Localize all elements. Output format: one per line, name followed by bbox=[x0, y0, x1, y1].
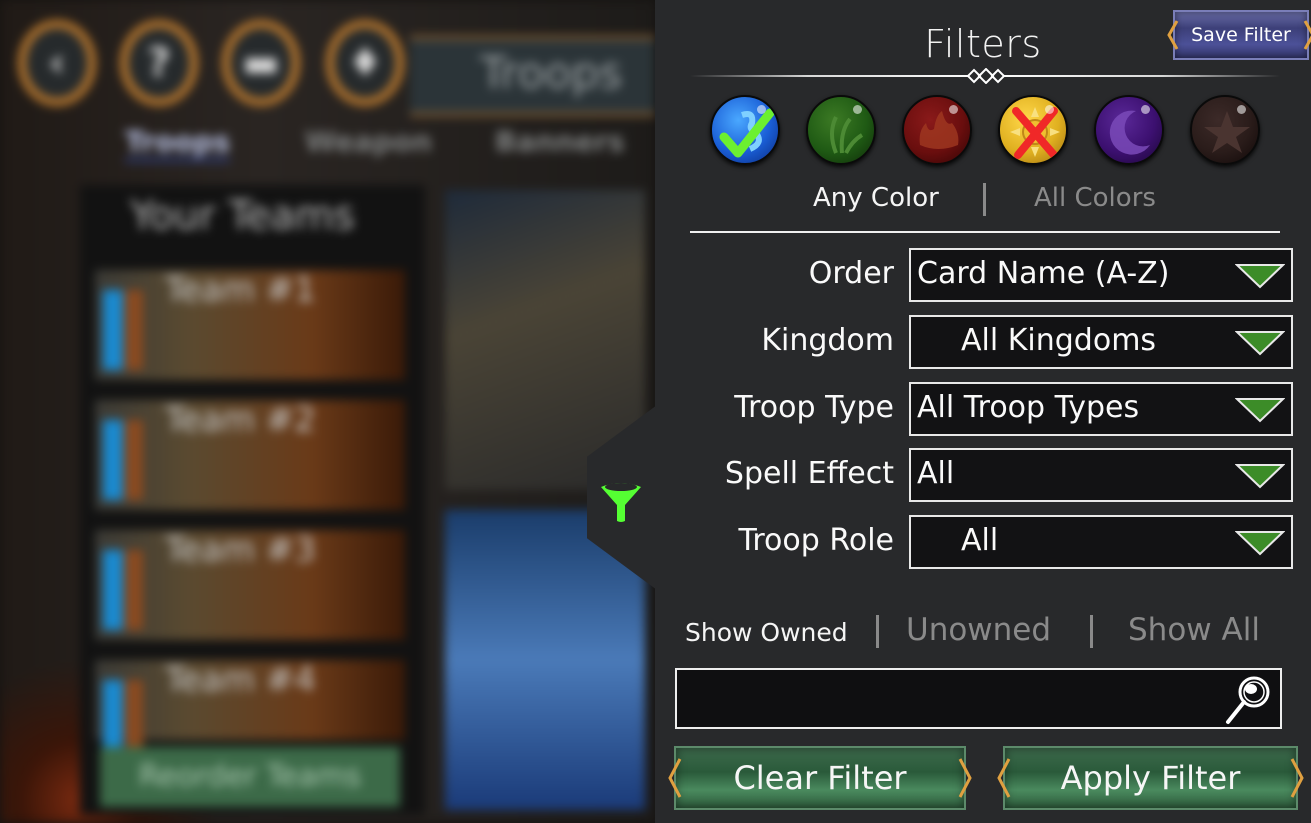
bracket-ornament-icon bbox=[1290, 758, 1304, 798]
tab-weapon: Weapon bbox=[305, 125, 432, 158]
tab-banners: Banners bbox=[495, 125, 625, 158]
color-orb-green[interactable] bbox=[806, 95, 876, 165]
team-row: Team #1 bbox=[95, 270, 405, 380]
chevron-down-icon bbox=[1235, 464, 1285, 489]
kingdom-label: Kingdom bbox=[761, 323, 894, 358]
divider bbox=[983, 183, 986, 216]
team-row: Team #2 bbox=[95, 400, 405, 510]
team-name: Team #1 bbox=[165, 270, 316, 310]
color-orb-yellow[interactable] bbox=[998, 95, 1068, 165]
checkmark-icon bbox=[719, 108, 775, 158]
troop-role-dropdown[interactable]: All bbox=[909, 515, 1293, 569]
bracket-ornament-icon bbox=[668, 758, 682, 798]
funnel-icon bbox=[601, 483, 641, 522]
help-icon: ? bbox=[120, 20, 198, 106]
teams-panel: Your Teams Team #1 Team #2 Team #3 Team … bbox=[80, 185, 425, 815]
cross-icon bbox=[1012, 107, 1058, 159]
chevron-down-icon bbox=[1235, 264, 1285, 289]
team-row: Team #4 bbox=[95, 660, 405, 760]
leaf-icon bbox=[830, 116, 864, 154]
chevron-down-icon bbox=[1235, 331, 1285, 356]
color-orb-brown[interactable] bbox=[1190, 95, 1260, 165]
fire-icon bbox=[919, 111, 959, 149]
spell-effect-dropdown[interactable]: All bbox=[909, 448, 1293, 502]
bracket-ornament-icon bbox=[958, 758, 972, 798]
order-value: Card Name (A-Z) bbox=[917, 256, 1170, 291]
order-dropdown[interactable]: Card Name (A-Z) bbox=[909, 248, 1293, 302]
gem-icon: ♦ bbox=[326, 20, 404, 106]
show-all-toggle[interactable]: Show All bbox=[1128, 612, 1260, 648]
troop-type-value: All Troop Types bbox=[917, 390, 1140, 425]
search-field[interactable] bbox=[675, 668, 1282, 729]
spell-effect-label: Spell Effect bbox=[724, 456, 894, 491]
bracket-ornament-icon bbox=[997, 758, 1011, 798]
apply-filter-label: Apply Filter bbox=[1060, 759, 1241, 797]
spell-effect-value: All bbox=[917, 456, 955, 491]
troop-role-label: Troop Role bbox=[738, 523, 894, 558]
reorder-teams-button: Reorder Teams bbox=[100, 747, 400, 807]
divider bbox=[1090, 615, 1093, 648]
order-label: Order bbox=[808, 256, 894, 291]
game-background: ‹ ? ▬ ♦ Troops Troops Weapon Banners You… bbox=[0, 0, 655, 823]
search-input[interactable] bbox=[685, 676, 1229, 722]
screen-title: Troops bbox=[410, 36, 655, 116]
chevron-down-icon bbox=[1235, 398, 1285, 423]
show-owned-toggle[interactable]: Show Owned bbox=[685, 618, 848, 647]
color-orb-blue[interactable] bbox=[710, 95, 780, 165]
team-row: Team #3 bbox=[95, 530, 405, 640]
troop-type-label: Troop Type bbox=[734, 390, 894, 425]
any-color-toggle[interactable]: Any Color bbox=[813, 183, 939, 213]
chat-icon: ▬ bbox=[222, 20, 300, 106]
clear-filter-button[interactable]: Clear Filter bbox=[668, 746, 972, 810]
star-icon bbox=[1204, 111, 1250, 153]
unowned-toggle[interactable]: Unowned bbox=[906, 612, 1051, 648]
apply-filter-button[interactable]: Apply Filter bbox=[997, 746, 1304, 810]
all-colors-toggle[interactable]: All Colors bbox=[1034, 183, 1156, 213]
team-name: Team #4 bbox=[165, 660, 316, 700]
troop-type-dropdown[interactable]: All Troop Types bbox=[909, 382, 1293, 436]
team-name: Team #2 bbox=[165, 400, 316, 440]
save-filter-button[interactable]: Save Filter bbox=[1167, 10, 1311, 60]
search-icon[interactable] bbox=[1224, 674, 1272, 726]
chevron-down-icon bbox=[1235, 531, 1285, 556]
teams-title: Your Teams bbox=[130, 193, 355, 239]
kingdom-value: All Kingdoms bbox=[961, 323, 1157, 358]
moon-icon bbox=[1109, 110, 1150, 155]
section-divider bbox=[690, 231, 1280, 233]
save-filter-label: Save Filter bbox=[1191, 24, 1291, 46]
color-orb-red[interactable] bbox=[902, 95, 972, 165]
back-icon: ‹ bbox=[18, 20, 96, 106]
bracket-ornament-icon bbox=[1303, 20, 1311, 50]
bracket-ornament-icon bbox=[1167, 20, 1179, 50]
kingdom-dropdown[interactable]: All Kingdoms bbox=[909, 315, 1293, 369]
clear-filter-label: Clear Filter bbox=[733, 759, 907, 797]
troop-role-value: All bbox=[961, 523, 999, 558]
tab-troops: Troops bbox=[125, 125, 231, 162]
team-name: Team #3 bbox=[165, 530, 316, 570]
color-orb-purple[interactable] bbox=[1094, 95, 1164, 165]
ornament-icon bbox=[966, 68, 1006, 84]
divider bbox=[876, 615, 879, 648]
